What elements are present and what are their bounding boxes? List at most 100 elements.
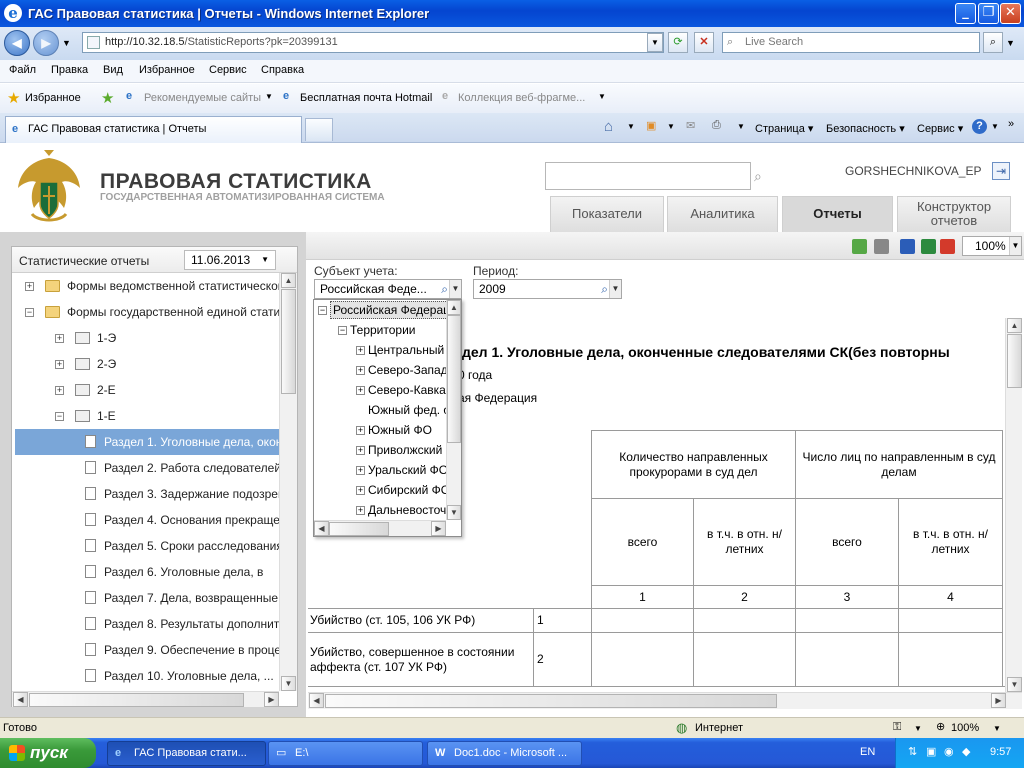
scroll-left-arrow[interactable]: ◀ bbox=[314, 521, 329, 536]
back-button[interactable]: ◀ bbox=[4, 30, 30, 56]
search-icon[interactable]: ⌕ bbox=[441, 280, 448, 298]
search-icon[interactable]: ⌕ bbox=[754, 168, 762, 185]
cmd-page[interactable]: Страница ▾ bbox=[755, 122, 813, 135]
export-word-icon[interactable] bbox=[900, 239, 915, 254]
stop-icon[interactable]: ✕ bbox=[694, 32, 714, 53]
taskbar-item-explorer[interactable]: ▭ E:\ bbox=[268, 741, 423, 766]
chevron-down-icon[interactable]: ▼ bbox=[627, 122, 635, 131]
subject-tree-node[interactable]: + Уральский ФО bbox=[314, 460, 446, 480]
scroll-thumb[interactable] bbox=[325, 694, 777, 708]
protected-mode-icon[interactable]: ⚿ bbox=[893, 721, 901, 734]
report-date-select[interactable]: 11.06.2013 ▼ bbox=[184, 250, 276, 270]
subject-tree-node[interactable]: +Центральный ФО bbox=[314, 340, 446, 360]
report-horizontal-scrollbar[interactable]: ◀ ▶ bbox=[308, 692, 1022, 709]
nav-tab-reports[interactable]: Отчеты bbox=[782, 196, 893, 232]
expand-icon[interactable]: + bbox=[356, 366, 365, 375]
forward-button[interactable]: ▶ bbox=[33, 30, 59, 56]
collapse-icon[interactable]: − bbox=[55, 412, 64, 421]
nav-tab-analytics[interactable]: Аналитика bbox=[667, 196, 778, 232]
window-title-bar[interactable]: e ГАС Правовая статистика | Отчеты - Win… bbox=[0, 0, 1024, 27]
scroll-down-arrow[interactable]: ▼ bbox=[447, 505, 461, 520]
collapse-icon[interactable]: − bbox=[318, 306, 327, 315]
chevron-down-icon[interactable]: ▼ bbox=[991, 122, 999, 131]
history-dropdown-icon[interactable]: ▼ bbox=[62, 38, 71, 48]
dropdown-horizontal-scrollbar[interactable]: ◀ ▶ bbox=[314, 520, 446, 536]
cmd-security[interactable]: Безопасность ▾ bbox=[826, 122, 905, 135]
new-tab-button[interactable] bbox=[305, 118, 333, 141]
expand-icon[interactable]: + bbox=[356, 346, 365, 355]
tree-node[interactable]: Раздел 9. Обеспечение в процессе bbox=[15, 637, 279, 663]
tree-node[interactable]: Раздел 7. Дела, возвращенные bbox=[15, 585, 279, 611]
search-icon[interactable]: ⌕ bbox=[601, 280, 608, 298]
scroll-down-arrow[interactable]: ▼ bbox=[281, 676, 296, 691]
tree-node[interactable]: +2-Э bbox=[15, 351, 279, 377]
subject-tree-node[interactable]: +Приволжский ФО bbox=[314, 440, 446, 460]
url-dropdown-icon[interactable]: ▼ bbox=[647, 33, 663, 52]
zoom-icon[interactable]: ⊕ bbox=[936, 720, 945, 733]
scroll-left-arrow[interactable]: ◀ bbox=[309, 693, 324, 708]
browser-tab-current[interactable]: e ГАС Правовая статистика | Отчеты bbox=[5, 116, 302, 143]
period-combo[interactable]: 2009 ⌕ ▼ bbox=[473, 279, 622, 299]
search-options-icon[interactable]: ▼ bbox=[1006, 38, 1015, 48]
live-search-input[interactable]: ⌕ Live Search bbox=[722, 32, 980, 53]
scroll-thumb[interactable] bbox=[329, 522, 389, 536]
fav-item-suggested[interactable]: Рекомендуемые сайты bbox=[144, 92, 261, 104]
help-icon[interactable]: ? bbox=[972, 119, 987, 134]
fav-item-hotmail[interactable]: Бесплатная почта Hotmail bbox=[300, 92, 432, 104]
url-field[interactable]: http://10.32.18.5/StatisticReports?pk=20… bbox=[82, 32, 664, 53]
scroll-right-arrow[interactable]: ▶ bbox=[431, 521, 446, 536]
tree-vertical-scrollbar[interactable]: ▲ ▼ bbox=[279, 273, 297, 691]
export-pdf-icon[interactable] bbox=[940, 239, 955, 254]
nav-tab-report-builder[interactable]: Конструктор отчетов bbox=[897, 196, 1011, 232]
add-favorite-icon[interactable]: ★ bbox=[101, 89, 114, 107]
menu-help[interactable]: Справка bbox=[261, 64, 304, 76]
print-icon[interactable]: ⎙ bbox=[712, 119, 721, 132]
home-icon[interactable]: ⌂ bbox=[604, 118, 613, 135]
chevron-down-icon[interactable]: ▼ bbox=[609, 280, 621, 298]
subject-tree-node[interactable]: − Территории bbox=[314, 320, 446, 340]
chevron-down-icon[interactable]: ▼ bbox=[598, 92, 606, 101]
collapse-icon[interactable]: − bbox=[25, 308, 34, 317]
scroll-right-arrow[interactable]: ▶ bbox=[991, 693, 1006, 708]
start-button[interactable]: пуск bbox=[0, 738, 96, 768]
tree-node[interactable]: + Формы ведомственной статистической отче… bbox=[15, 273, 279, 299]
export-excel-icon[interactable] bbox=[921, 239, 936, 254]
tree-node[interactable]: Раздел 2. Работа следователей bbox=[15, 455, 279, 481]
tree-node[interactable]: +1-Э bbox=[15, 325, 279, 351]
network-icon[interactable]: ⇅ bbox=[908, 745, 917, 758]
menu-edit[interactable]: Правка bbox=[51, 64, 88, 76]
language-indicator[interactable]: EN bbox=[860, 746, 875, 758]
logout-icon[interactable]: ⇥ bbox=[992, 162, 1010, 180]
scroll-down-arrow[interactable]: ▼ bbox=[1007, 677, 1022, 692]
subject-tree-node[interactable]: + Сибирский ФО bbox=[314, 480, 446, 500]
collapse-icon[interactable]: − bbox=[338, 326, 347, 335]
report-zoom-select[interactable]: 100% ▼ bbox=[962, 236, 1022, 256]
subject-tree-node[interactable]: −Российская Федерация bbox=[314, 300, 446, 320]
expand-icon[interactable]: + bbox=[356, 426, 365, 435]
chevron-down-icon[interactable]: ▼ bbox=[737, 122, 745, 131]
expand-icon[interactable]: + bbox=[55, 386, 64, 395]
menu-favorites[interactable]: Избранное bbox=[139, 64, 195, 76]
status-zoom[interactable]: 100% bbox=[951, 722, 979, 734]
chevron-down-icon[interactable]: ▼ bbox=[914, 724, 922, 733]
expand-icon[interactable]: + bbox=[25, 282, 34, 291]
scroll-thumb[interactable] bbox=[29, 693, 244, 707]
expand-icon[interactable]: + bbox=[356, 466, 365, 475]
scroll-up-arrow[interactable]: ▲ bbox=[281, 273, 296, 288]
expand-icon[interactable]: + bbox=[356, 386, 365, 395]
menu-tools[interactable]: Сервис bbox=[209, 64, 247, 76]
report-vertical-scrollbar[interactable]: ▲ ▼ bbox=[1005, 318, 1022, 692]
fav-item-webslices[interactable]: Коллекция веб-фрагме... bbox=[458, 92, 585, 104]
tree-node[interactable]: Раздел 10. Уголовные дела, ... bbox=[15, 663, 279, 689]
expand-icon[interactable]: + bbox=[55, 360, 64, 369]
tree-node[interactable]: Раздел 6. Уголовные дела, в bbox=[15, 559, 279, 585]
scroll-thumb[interactable] bbox=[447, 315, 461, 443]
mail-icon[interactable]: ✉ bbox=[686, 119, 695, 132]
cmd-tools[interactable]: Сервис ▾ bbox=[917, 122, 963, 135]
tree-node[interactable]: Раздел 1. Уголовные дела, окончен bbox=[15, 429, 279, 455]
more-icon[interactable]: » bbox=[1008, 118, 1014, 130]
tree-node[interactable]: Раздел 3. Задержание подозреваемых bbox=[15, 481, 279, 507]
close-button[interactable]: ✕ bbox=[1000, 3, 1021, 24]
shield-icon[interactable]: ◆ bbox=[962, 745, 970, 758]
chevron-down-icon[interactable]: ▼ bbox=[449, 280, 461, 298]
